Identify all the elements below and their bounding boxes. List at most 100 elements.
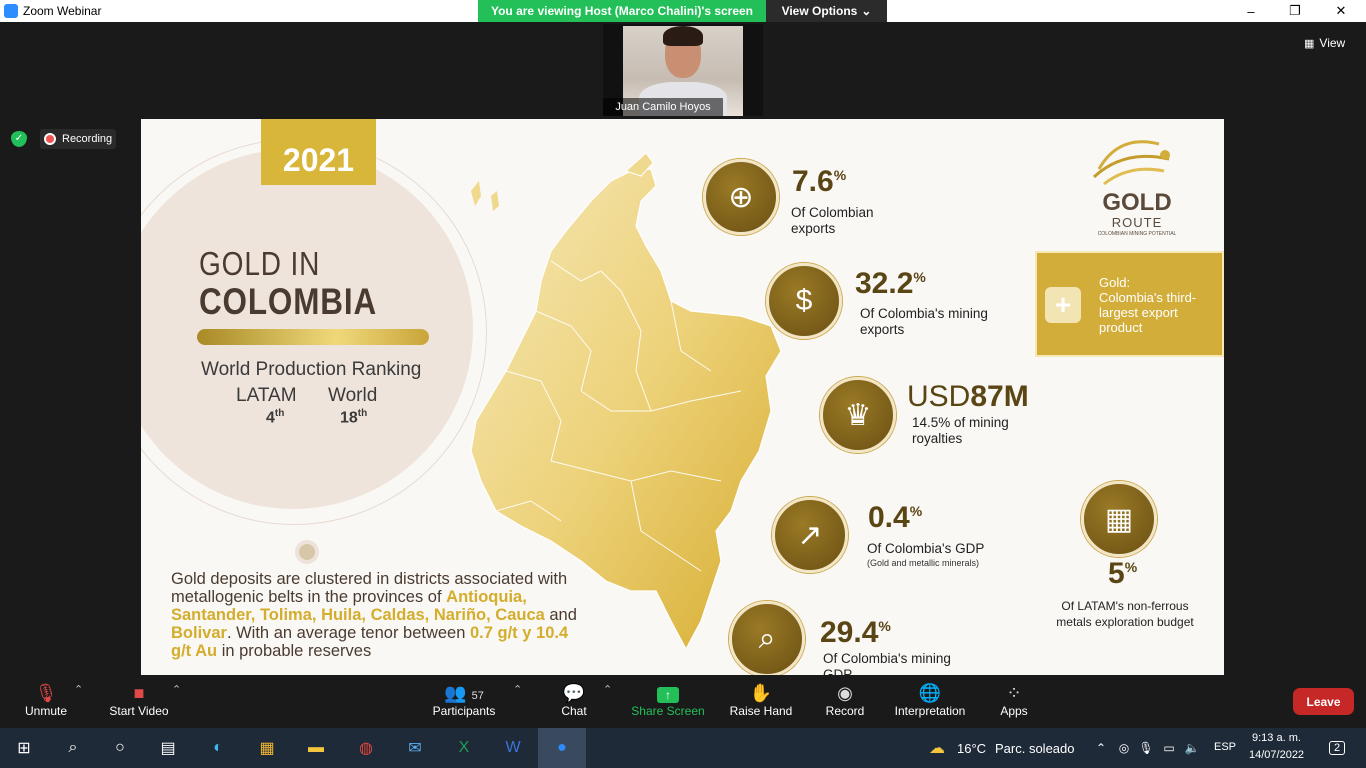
chat-caret[interactable]: ⌃ — [603, 683, 612, 696]
interpretation-button[interactable]: 🌐 Interpretation — [890, 682, 970, 722]
word-icon[interactable]: W — [500, 735, 526, 761]
notification-count: 2 — [1328, 741, 1346, 755]
stat-desc-exploration: Of LATAM's non-ferrous metals exploratio… — [1056, 599, 1194, 629]
world-label: World — [328, 385, 378, 406]
share-screen-button[interactable]: ↑ Share Screen — [630, 682, 706, 722]
clock-time[interactable]: 9:13 a. m. — [1252, 732, 1301, 744]
interpretation-label: Interpretation — [894, 704, 966, 718]
excel-icon[interactable]: X — [451, 735, 477, 761]
task-view-icon[interactable]: ▤ — [155, 735, 181, 761]
latam-rank: 4th — [266, 408, 285, 427]
stat-desc-mining-gdp: Of Colombia's mining GDP — [823, 651, 951, 675]
record-dot-icon — [44, 133, 56, 145]
callout-body: Colombia's third-largest export product — [1099, 290, 1197, 335]
calculator-doc-icon: ▦ — [1081, 481, 1157, 557]
mail-icon[interactable]: ✉ — [402, 735, 428, 761]
decor-dot — [299, 544, 315, 560]
chat-label: Chat — [561, 704, 587, 718]
latam-label: LATAM — [236, 385, 297, 406]
weather-desc[interactable]: Parc. soleado — [995, 741, 1075, 756]
raise-hand-button[interactable]: ✋ Raise Hand — [728, 682, 794, 722]
heading-line1: GOLD IN — [199, 245, 321, 282]
file-explorer-icon[interactable]: ▬ — [303, 735, 329, 761]
logo-route-text: ROUTE — [1111, 215, 1163, 230]
stat-fine-gdp: (Gold and metallic minerals) — [867, 558, 980, 568]
apps-button[interactable]: ⁘ Apps — [996, 682, 1032, 722]
zoom-taskbar-icon[interactable]: ● — [538, 728, 586, 768]
chat-button[interactable]: 💬 Chat — [552, 682, 596, 722]
stat-value-mining-exports: 32.2% — [855, 267, 926, 300]
participants-button[interactable]: 👥 57 Participants — [428, 682, 500, 722]
participants-icon: 👥 57 — [444, 683, 484, 703]
record-icon: ◉ — [837, 683, 853, 703]
logo-sub-text: COLOMBIAN MINING POTENTIAL — [1097, 231, 1177, 237]
export-product-callout: + Gold: Colombia's third-largest export … — [1035, 251, 1224, 357]
ranking-title: World Production Ranking — [201, 359, 422, 380]
edge-icon[interactable]: ◐ — [205, 735, 231, 761]
weather-icon[interactable]: ☁ — [924, 735, 950, 761]
camera-off-icon: ■ — [133, 683, 145, 703]
callout-title: Gold: — [1099, 275, 1131, 290]
search-icon[interactable]: ⌕ — [60, 735, 86, 761]
windows-start-icon[interactable]: ⊞ — [11, 735, 37, 761]
apps-label: Apps — [1000, 704, 1028, 718]
minimize-button[interactable]: – — [1228, 0, 1274, 22]
record-label: Record — [825, 704, 865, 718]
record-button[interactable]: ◉ Record — [822, 682, 868, 722]
zoom-app-icon — [4, 4, 18, 18]
money-crown-icon: ♛ — [820, 377, 896, 453]
stat-desc-exports: Of Colombian exports — [791, 205, 874, 236]
report-search-icon: ⌕ — [729, 601, 805, 675]
language-indicator[interactable]: ESP — [1214, 741, 1236, 753]
stat-desc-royalties: 14.5% of mining royalties — [912, 415, 1009, 446]
volume-icon[interactable]: 🔈 — [1179, 735, 1205, 761]
gold-route-logo: GOLD ROUTE COLOMBIAN MINING POTENTIAL — [1089, 129, 1185, 239]
view-options-button[interactable]: View Options ⌄ — [766, 0, 887, 22]
participant-hair — [663, 26, 703, 46]
participants-caret[interactable]: ⌃ — [513, 683, 522, 696]
weather-temp[interactable]: 16°C — [957, 741, 986, 756]
year-badge: 2021 — [261, 119, 376, 185]
audio-options-caret[interactable]: ⌃ — [74, 683, 83, 696]
coin-cycle-icon: $ — [766, 263, 842, 339]
app-title: Zoom Webinar — [23, 4, 102, 18]
participants-count: 57 — [471, 690, 484, 702]
window-titlebar: Zoom Webinar You are viewing Host (Marco… — [0, 0, 1366, 22]
map-island-small — [491, 191, 499, 211]
callout-text: Gold: Colombia's third-largest export pr… — [1099, 275, 1219, 335]
clock-date[interactable]: 14/07/2022 — [1249, 749, 1304, 761]
view-layout-button[interactable]: ▦ View — [1304, 34, 1345, 52]
recording-indicator[interactable]: Recording — [40, 129, 117, 149]
hand-icon: ✋ — [749, 683, 773, 703]
video-options-caret[interactable]: ⌃ — [172, 683, 181, 696]
stat-value-gdp: 0.4% — [868, 501, 923, 534]
start-video-label: Start Video — [109, 704, 169, 718]
map-island — [471, 181, 481, 206]
start-video-button[interactable]: ■ Start Video — [104, 682, 174, 722]
chrome-icon[interactable]: ◍ — [353, 735, 379, 761]
raise-hand-label: Raise Hand — [729, 704, 793, 718]
store-icon[interactable]: ▦ — [254, 735, 280, 761]
microphone-muted-icon: 🎙 — [34, 683, 58, 703]
map-mainland — [470, 168, 782, 649]
leave-button[interactable]: Leave — [1293, 688, 1354, 715]
shared-screen-slide: 2021 GOLD IN COLOMBIA World Production R… — [141, 119, 1224, 675]
maximize-button[interactable]: ❐ — [1272, 0, 1318, 22]
close-button[interactable]: ✕ — [1318, 0, 1364, 22]
recording-label: Recording — [62, 133, 113, 145]
meeting-toolbar: 🎙 Unmute ⌃ ■ Start Video ⌃ 👥 57 Particip… — [0, 675, 1366, 728]
stat-desc-gdp: Of Colombia's GDP — [867, 541, 985, 556]
unmute-button[interactable]: 🎙 Unmute — [16, 682, 76, 722]
notification-icon[interactable]: 2 — [1324, 735, 1350, 761]
stat-desc-mining-exports: Of Colombia's mining exports — [860, 306, 988, 337]
globe-icon: 🌐 — [918, 683, 942, 703]
share-screen-label: Share Screen — [631, 704, 705, 718]
gold-bar-decor — [197, 329, 429, 345]
growth-chart-icon: ↗ — [772, 497, 848, 573]
world-rank: 18th — [340, 408, 368, 427]
view-options-label: View Options — [781, 4, 858, 18]
stat-value-exploration: 5% — [1108, 557, 1138, 590]
grid-icon: ▦ — [1304, 37, 1315, 50]
stat-value-royalties: USD87M — [907, 380, 1029, 413]
cortana-icon[interactable]: ○ — [107, 735, 133, 761]
